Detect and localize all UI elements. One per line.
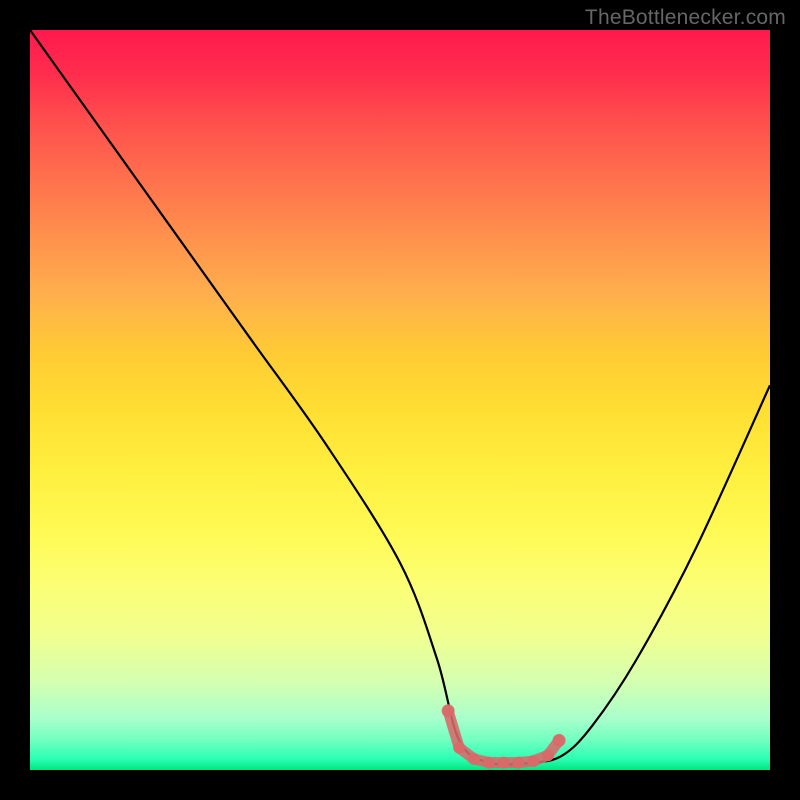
highlight-dot [468, 753, 480, 765]
highlight-dot [442, 704, 455, 717]
highlight-dot [483, 757, 495, 769]
highlight-dot [527, 755, 539, 767]
chart-svg [30, 30, 770, 770]
highlight-dot [542, 749, 554, 761]
chart-plot-area [30, 30, 770, 770]
highlight-dot [553, 734, 566, 747]
highlight-dot [498, 757, 510, 769]
highlight-dots-group [442, 704, 566, 768]
watermark-text: TheBottlenecker.com [585, 6, 786, 30]
bottleneck-curve-line [30, 30, 770, 765]
highlight-dot [512, 757, 524, 769]
highlight-dot [453, 742, 465, 754]
